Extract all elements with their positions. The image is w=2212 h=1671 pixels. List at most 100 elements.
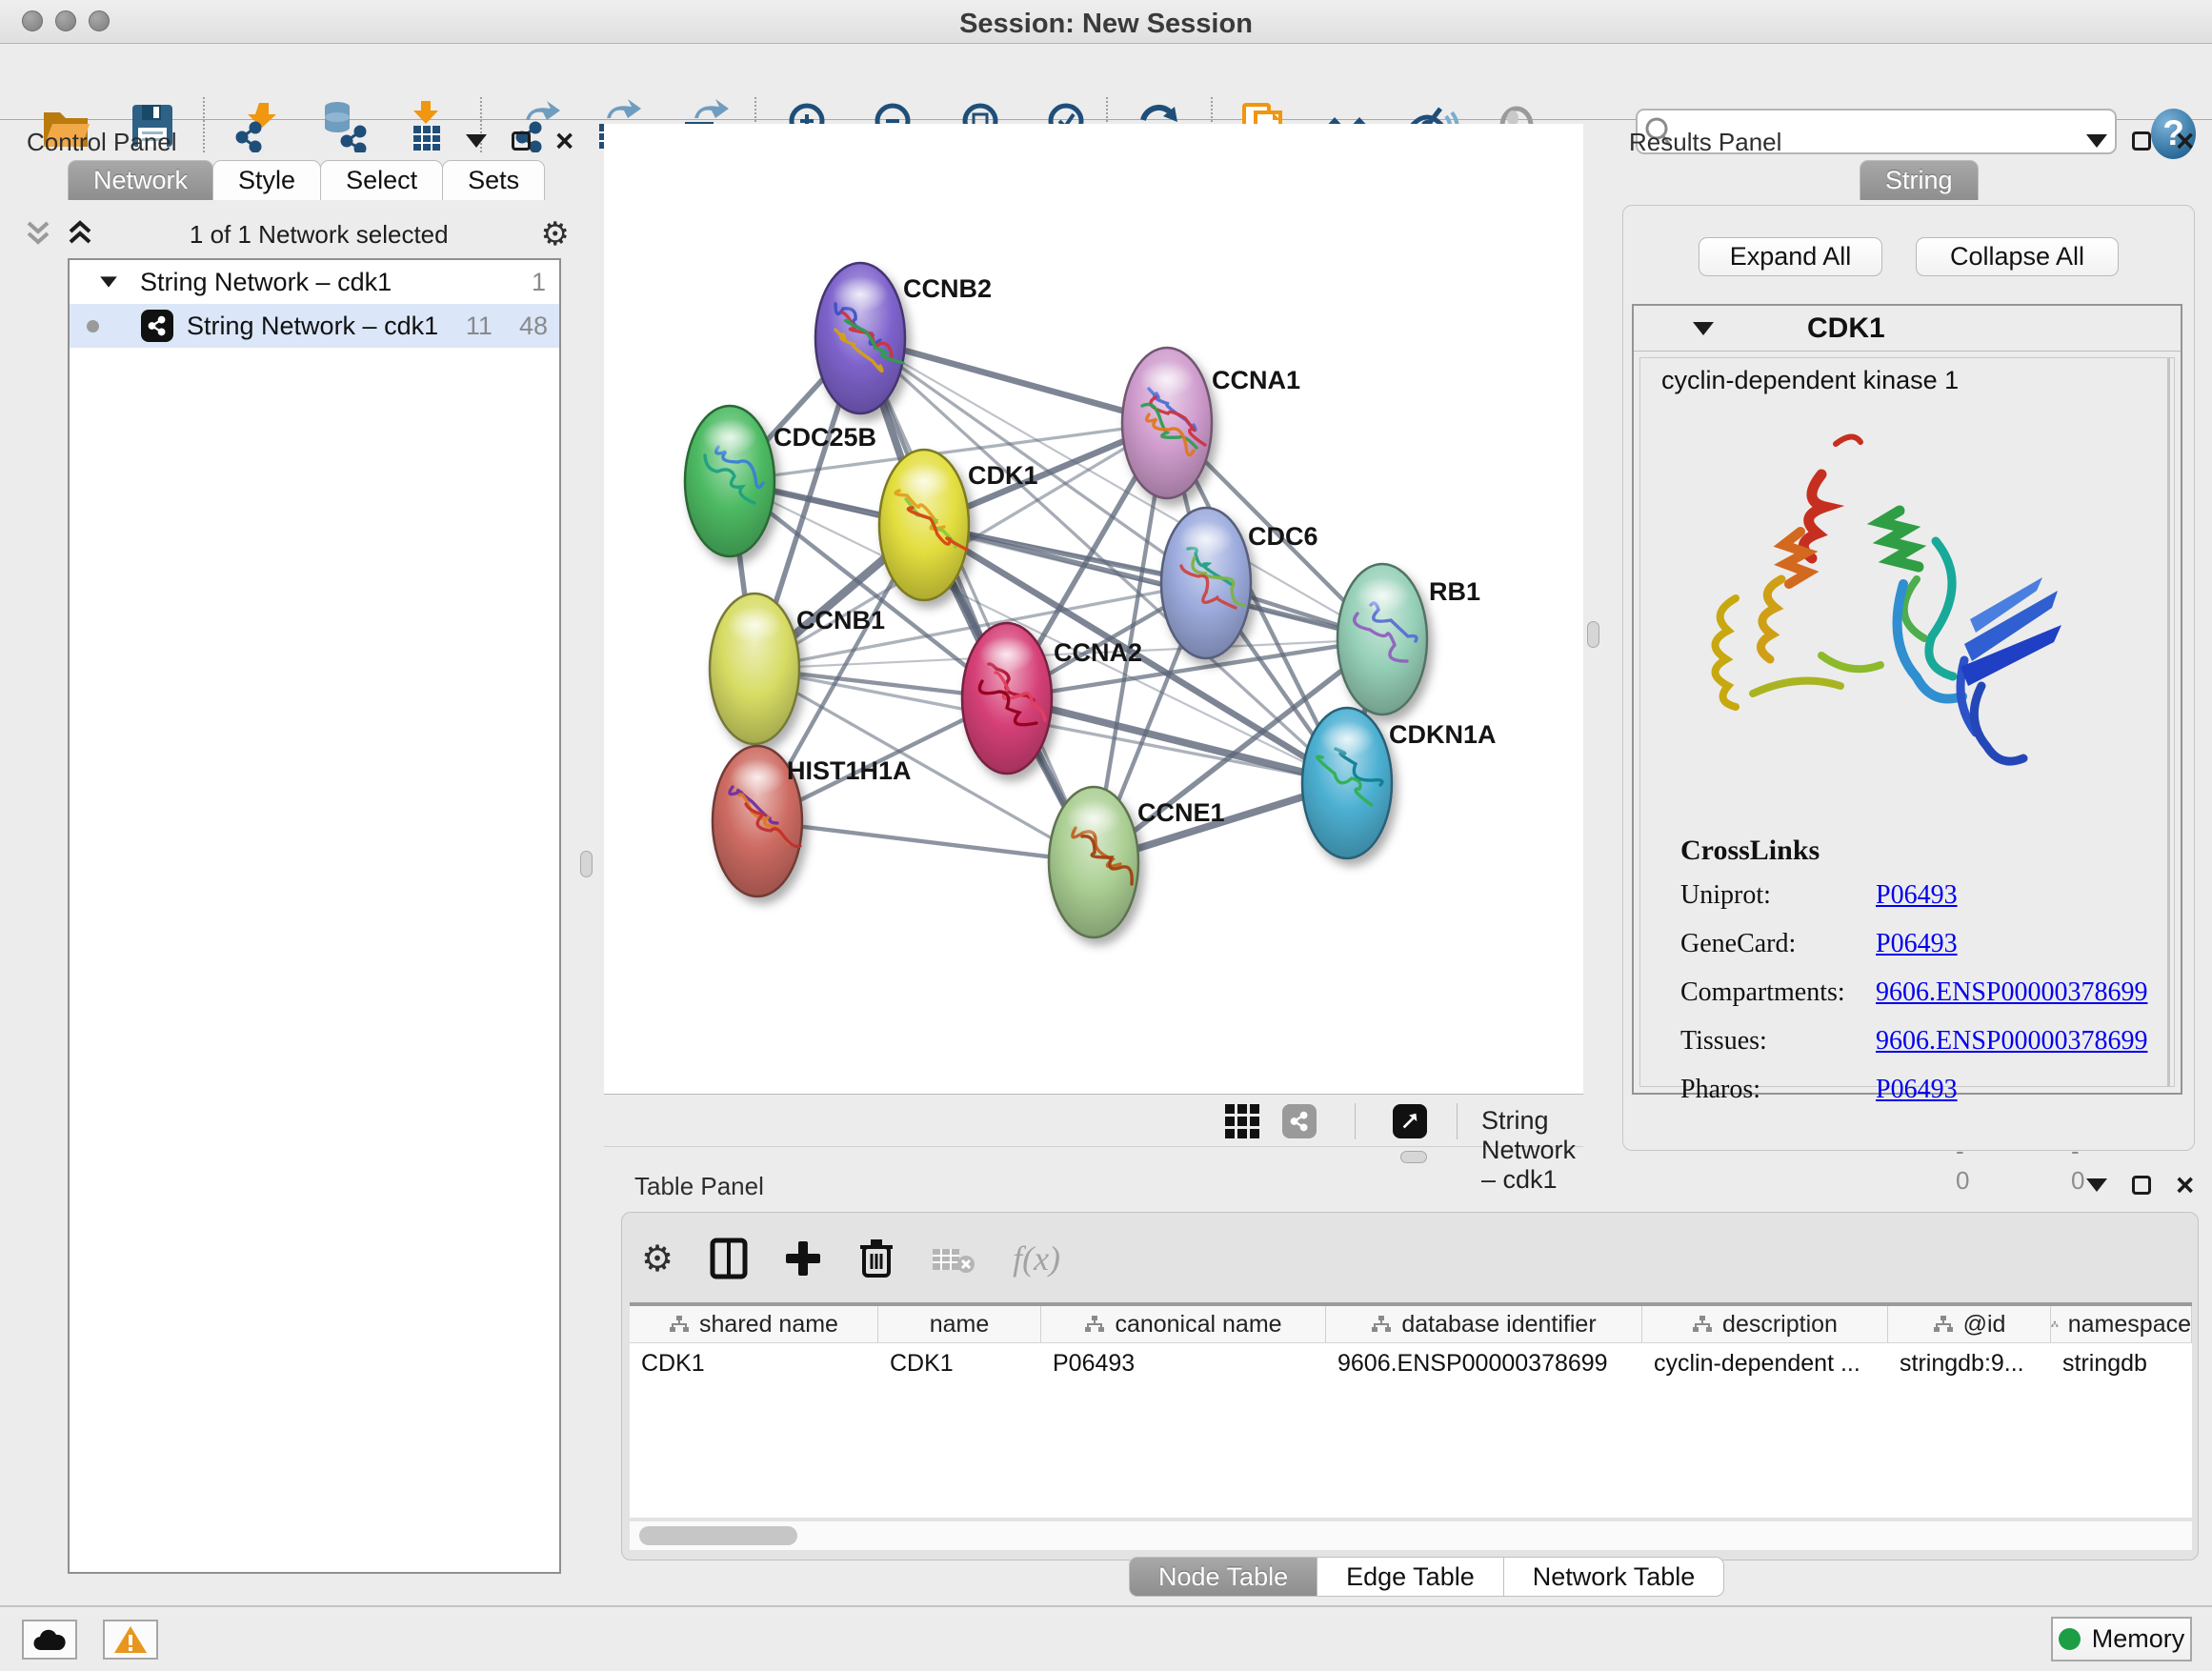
crosslinks-title: CrossLinks [1680,835,1820,867]
column-header-id[interactable]: @id [1888,1306,2051,1342]
results-panel-title: Results Panel [1629,128,1781,157]
crosslink-link[interactable]: 9606.ENSP00000378699 [1876,977,2147,1008]
column-header-canonicalname[interactable]: canonical name [1041,1306,1326,1342]
crosslink-link[interactable]: P06493 [1876,880,1958,911]
left-splitter-handle[interactable] [580,851,593,877]
network-selection-status: 1 of 1 Network selected [97,220,541,250]
network-collection-row[interactable]: String Network – cdk1 1 [70,260,559,304]
network-node-CDKN1A[interactable]: CDKN1A [1302,708,1497,858]
table-cell[interactable]: stringdb:9... [1888,1343,2051,1383]
table-cell[interactable]: cyclin-dependent ... [1642,1343,1888,1383]
collapse-all-button[interactable]: Collapse All [1916,237,2119,276]
maximize-panel-icon[interactable] [2132,1176,2151,1195]
string-results-container: Expand All Collapse All CDK1 cyclin-depe… [1622,205,2195,1151]
gene-name: CDK1 [1807,312,1885,345]
network-edge-CCNE1-HIST1H1A[interactable] [757,821,1094,862]
maximize-panel-icon[interactable] [2132,131,2151,151]
float-panel-icon[interactable] [466,134,487,148]
column-header-databaseidentifier[interactable]: database identifier [1326,1306,1642,1342]
collection-expander-icon[interactable] [100,276,117,287]
add-column-icon[interactable] [784,1239,822,1278]
node-label-CDC6: CDC6 [1248,522,1318,551]
network-label: String Network – cdk1 [187,312,438,341]
tab-node-table[interactable]: Node Table [1129,1557,1317,1597]
table-cell[interactable]: 9606.ENSP00000378699 [1326,1343,1642,1383]
close-panel-icon[interactable]: × [2176,1176,2194,1195]
grid-view-icon[interactable] [1225,1104,1261,1138]
tab-edge-table[interactable]: Edge Table [1317,1557,1504,1597]
table-horizontal-scrollbar[interactable] [630,1521,2192,1550]
tab-network[interactable]: Network [68,160,213,200]
scrollbar-thumb[interactable] [639,1526,797,1545]
network-node-CCNE1[interactable]: CCNE1 [1049,787,1225,937]
network-node-CDC6[interactable]: CDC6 [1161,508,1318,658]
tab-style[interactable]: Style [212,160,321,200]
cloud-status-button[interactable] [22,1620,77,1660]
node-label-CCNB1: CCNB1 [796,606,885,634]
table-cell[interactable]: stringdb [2051,1343,2192,1383]
tab-network-table[interactable]: Network Table [1503,1557,1725,1597]
float-panel-icon[interactable] [2086,134,2107,148]
network-node-CCNA1[interactable]: CCNA1 [1122,348,1300,498]
column-header-namespace[interactable]: namespace [2051,1306,2192,1342]
close-panel-icon[interactable]: × [555,131,573,151]
tab-sets[interactable]: Sets [442,160,545,200]
warnings-button[interactable] [103,1620,158,1660]
table-panel-title: Table Panel [634,1172,764,1201]
bottom-splitter-handle[interactable] [1400,1151,1427,1163]
network-node-count: 11 [466,312,493,341]
collection-label: String Network – cdk1 [140,268,392,297]
network-tree: String Network – cdk1 1 String Network –… [68,258,561,1574]
expand-all-icon[interactable] [63,219,97,250]
gene-card-header[interactable]: CDK1 [1634,306,2181,352]
network-status-dot [87,320,99,332]
network-row[interactable]: String Network – cdk1 11 48 [70,304,559,348]
network-node-HIST1H1A[interactable]: HIST1H1A [713,746,912,896]
title-bar: Session: New Session [0,0,2212,44]
table-options-gear-icon[interactable]: ⚙ [641,1238,674,1280]
table-cell[interactable]: CDK1 [878,1343,1041,1383]
gene-card-expander-icon[interactable] [1693,322,1714,335]
separator [1457,1103,1458,1139]
network-node-RB1[interactable]: RB1 [1337,564,1480,715]
control-panel: Control Panel × Network Style Select Set… [8,120,570,1581]
collapse-all-icon[interactable] [21,219,55,250]
node-label-CCNE1: CCNE1 [1137,798,1225,827]
column-header-name[interactable]: name [878,1306,1041,1342]
table-cell[interactable]: CDK1 [630,1343,878,1383]
maximize-panel-icon[interactable] [512,131,531,151]
column-header-description[interactable]: description [1642,1306,1888,1342]
close-panel-icon[interactable]: × [2176,131,2194,151]
tab-string[interactable]: String [1860,160,1979,200]
expand-all-button[interactable]: Expand All [1699,237,1882,276]
table-cell[interactable]: P06493 [1041,1343,1326,1383]
crosslinks-list: Uniprot:P06493GeneCard:P06493Compartment… [1680,880,2157,1137]
column-header-sharedname[interactable]: shared name [630,1306,878,1342]
birds-eye-view-icon[interactable] [1393,1104,1427,1138]
network-view-toolbar: String Network – cdk1 ✓ 1 - 0 0 - 0 [604,1094,1583,1147]
right-splitter-handle[interactable] [1587,621,1599,648]
crosslink-link[interactable]: 9606.ENSP00000378699 [1876,1026,2147,1057]
crosslink-link[interactable]: P06493 [1876,1075,1958,1105]
delete-column-icon[interactable] [858,1238,895,1279]
network-node-CCNA2[interactable]: CCNA2 [962,623,1142,774]
network-canvas[interactable]: CCNB2 CCNA1 CDC25B CDK1 CDC6 RB1 CCNB1 CCNA2 CDK… [604,124,1583,1094]
crosslink-link[interactable]: P06493 [1876,929,1958,959]
network-view-mode-icon[interactable] [1282,1104,1317,1138]
show-columns-icon[interactable] [710,1238,748,1279]
table-row[interactable]: CDK1CDK1P064939606.ENSP00000378699cyclin… [630,1343,2192,1383]
network-node-CCNB2[interactable]: CCNB2 [815,263,992,413]
results-scrollbar[interactable] [2167,358,2170,1086]
network-options-gear-icon[interactable]: ⚙ [541,215,570,253]
protein-structure-image [1679,417,2079,798]
delete-table-icon [931,1241,976,1276]
network-node-CDC25B[interactable]: CDC25B [685,406,876,556]
memory-status-icon [2059,1628,2081,1650]
float-panel-icon[interactable] [2086,1178,2107,1192]
memory-button[interactable]: Memory [2051,1617,2192,1661]
node-label-CDK1: CDK1 [968,461,1038,490]
tab-select[interactable]: Select [320,160,443,200]
network-node-CCNB1[interactable]: CCNB1 [710,594,885,744]
node-label-HIST1H1A: HIST1H1A [787,756,912,785]
status-bar: Memory [0,1605,2212,1671]
